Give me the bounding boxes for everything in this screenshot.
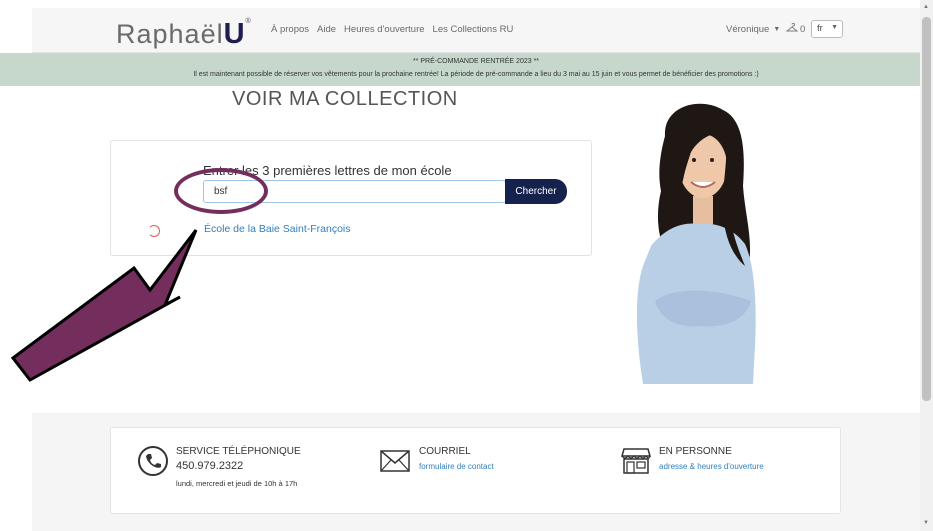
banner-message: Il est maintenant possible de réserver v…: [193, 71, 759, 78]
nav-item-help[interactable]: Aide: [317, 24, 336, 35]
envelope-icon: [380, 450, 410, 472]
logo-text: Raphaël: [116, 19, 224, 49]
user-name: Véronique: [726, 24, 770, 35]
scroll-down-icon[interactable]: ▼: [923, 520, 929, 526]
email-title: COURRIEL: [419, 446, 471, 457]
nav-item-opening-hours[interactable]: Heures d'ouverture: [344, 24, 425, 35]
chevron-down-icon: ▼: [831, 24, 838, 31]
contact-form-link[interactable]: formulaire de contact: [419, 462, 494, 471]
logo-registered: ®: [245, 18, 251, 25]
nav-item-about[interactable]: À propos: [271, 24, 309, 35]
language-value: fr: [817, 23, 823, 34]
scrollbar-thumb[interactable]: [922, 17, 931, 401]
logo-u: U: [223, 18, 245, 50]
annotation-arrow-icon: [10, 229, 198, 382]
preorder-banner: ** PRÉ-COMMANDE RENTRÉE 2023 ** Il est m…: [32, 53, 920, 86]
search-button[interactable]: Chercher: [505, 179, 567, 204]
phone-hours: lundi, mercredi et jeudi de 10h à 17h: [176, 479, 298, 488]
phone-number[interactable]: 450.979.2322: [176, 460, 243, 472]
language-select[interactable]: fr ▼: [811, 20, 843, 38]
raphaelu-logo[interactable]: Raphaël U ®: [116, 18, 251, 50]
in-person-title: EN PERSONNE: [659, 446, 732, 457]
phone-service-title: SERVICE TÉLÉPHONIQUE: [176, 446, 301, 457]
storefront-icon: [621, 448, 651, 474]
user-menu[interactable]: Véronique ▼: [726, 24, 780, 35]
phone-icon: [138, 446, 168, 476]
caret-down-icon: ▼: [773, 26, 781, 33]
nav-item-collections[interactable]: Les Collections RU: [433, 24, 514, 35]
hanger-cart-icon[interactable]: [786, 23, 798, 33]
cart-count: 0: [800, 24, 806, 35]
banner-title: ** PRÉ-COMMANDE RENTRÉE 2023 **: [412, 58, 540, 65]
page: Raphaël U ® À propos Aide Heures d'ouver…: [0, 0, 920, 531]
address-hours-link[interactable]: adresse & heures d'ouverture: [659, 462, 764, 471]
top-navigation-bar: Raphaël U ® À propos Aide Heures d'ouver…: [32, 8, 920, 53]
model-photo: [636, 103, 756, 384]
page-title: VOIR MA COLLECTION: [232, 88, 458, 110]
scroll-up-icon[interactable]: ▲: [923, 4, 929, 10]
main-nav: À propos Aide Heures d'ouverture Les Col…: [271, 24, 513, 35]
school-result-link[interactable]: École de la Baie Saint-François: [204, 223, 351, 235]
